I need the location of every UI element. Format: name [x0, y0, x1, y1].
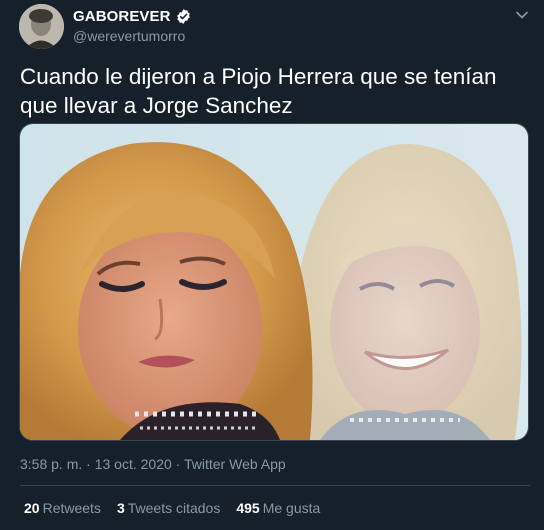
tweet-timestamp[interactable]: 3:58 p. m. · 13 oct. 2020 · Twitter Web … — [20, 456, 286, 472]
tweet-date: 13 oct. 2020 — [94, 456, 172, 472]
tweet-time: 3:58 p. m. — [20, 456, 83, 472]
retweets-label: Retweets — [42, 500, 101, 516]
tweet: GABOREVER @werevertumorro Cuando le dije… — [0, 0, 544, 530]
likes-stat[interactable]: 495 Me gusta — [236, 500, 320, 516]
tweet-photo[interactable] — [19, 123, 529, 441]
retweets-stat[interactable]: 20 Retweets — [24, 500, 101, 516]
quotes-label: Tweets citados — [127, 500, 221, 516]
tweet-source: Twitter Web App — [183, 456, 286, 472]
meta-separator: · — [86, 456, 91, 472]
divider — [20, 485, 530, 486]
likes-label: Me gusta — [262, 500, 321, 516]
quotes-count: 3 — [116, 500, 125, 516]
tweet-text: Cuando le dijeron a Piojo Herrera que se… — [20, 64, 497, 118]
retweets-count: 20 — [24, 500, 40, 516]
verified-badge-icon — [175, 8, 192, 25]
quotes-stat[interactable]: 3 Tweets citados — [117, 500, 220, 516]
chevron-down-icon[interactable] — [514, 7, 530, 23]
avatar-image — [19, 4, 64, 49]
author-handle[interactable]: @werevertumorro — [73, 28, 185, 44]
author-name-row: GABOREVER — [73, 8, 192, 25]
meta-separator: · — [175, 456, 181, 472]
tweet-stats: 20 Retweets 3 Tweets citados 495 Me gusta — [24, 500, 336, 516]
author-display-name[interactable]: GABOREVER — [73, 8, 171, 25]
photo-image — [20, 124, 528, 440]
likes-count: 495 — [236, 500, 260, 516]
avatar[interactable] — [19, 4, 64, 49]
